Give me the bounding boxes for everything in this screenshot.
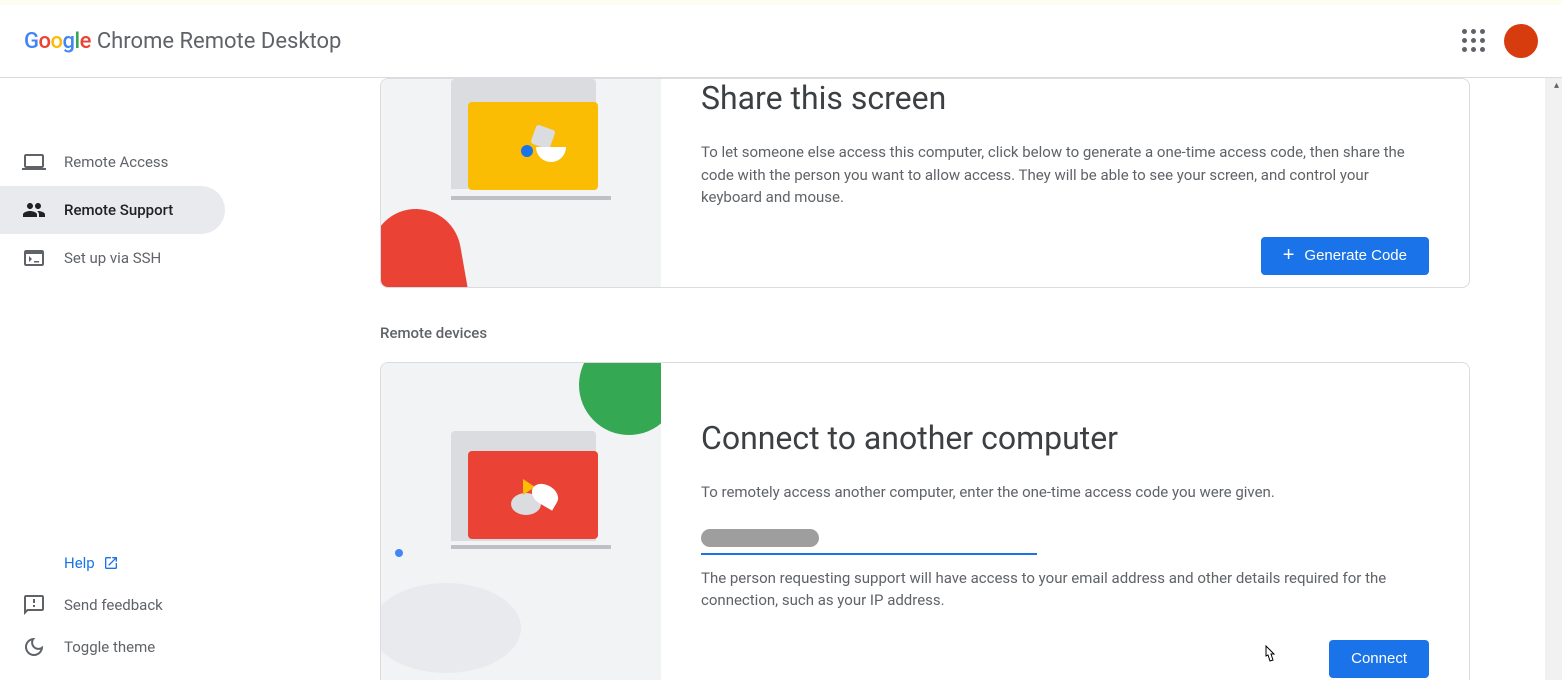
connect-note: The person requesting support will have … xyxy=(701,567,1429,612)
share-title: Share this screen xyxy=(701,79,1429,117)
sidebar-item-help[interactable]: Help xyxy=(0,542,225,584)
help-icon xyxy=(22,551,46,575)
redacted-value xyxy=(701,529,819,547)
access-code-field-wrap xyxy=(701,520,1037,555)
logo[interactable]: Google Chrome Remote Desktop xyxy=(24,29,341,54)
header-right xyxy=(1462,24,1538,58)
share-illustration xyxy=(381,79,661,287)
nav-bottom: Help Send feedback Toggle theme xyxy=(0,542,290,680)
sidebar-item-label: Help xyxy=(64,554,95,572)
connect-card: Connect to another computer To remotely … xyxy=(380,362,1470,680)
sidebar-item-remote-support[interactable]: Remote Support xyxy=(0,186,225,234)
sidebar-item-theme[interactable]: Toggle theme xyxy=(0,626,225,668)
terminal-icon xyxy=(22,246,46,270)
connect-description: To remotely access another computer, ent… xyxy=(701,481,1429,504)
moon-icon xyxy=(22,635,46,659)
connect-illustration xyxy=(381,363,661,680)
laptop-icon xyxy=(22,150,46,174)
connect-button[interactable]: Connect xyxy=(1329,640,1429,678)
sidebar-item-label: Send feedback xyxy=(64,596,163,614)
external-link-icon xyxy=(103,555,119,571)
avatar[interactable] xyxy=(1504,24,1538,58)
scrollbar-track[interactable] xyxy=(1545,78,1562,680)
nav-top: Remote Access Remote Support Set up via … xyxy=(0,138,290,282)
sidebar-item-label: Remote Support xyxy=(64,201,173,219)
sidebar-item-ssh[interactable]: Set up via SSH xyxy=(0,234,225,282)
sidebar-item-remote-access[interactable]: Remote Access xyxy=(0,138,225,186)
apps-icon[interactable] xyxy=(1462,29,1486,53)
plus-icon: + xyxy=(1283,244,1295,267)
share-description: To let someone else access this computer… xyxy=(701,141,1429,209)
button-label: Generate Code xyxy=(1304,247,1407,264)
people-icon xyxy=(22,198,46,222)
scroll-up-arrow[interactable]: ▴ xyxy=(1554,80,1559,91)
main-content: Share this screen To let someone else ac… xyxy=(290,78,1562,680)
feedback-icon xyxy=(22,593,46,617)
google-logo: Google xyxy=(24,29,91,54)
header-left: Google Chrome Remote Desktop xyxy=(24,29,341,54)
sidebar-item-label: Toggle theme xyxy=(64,638,155,656)
share-screen-card: Share this screen To let someone else ac… xyxy=(380,78,1470,288)
sidebar: Remote Access Remote Support Set up via … xyxy=(0,78,290,680)
product-name: Chrome Remote Desktop xyxy=(97,29,342,54)
header: Google Chrome Remote Desktop xyxy=(0,0,1562,78)
sidebar-item-feedback[interactable]: Send feedback xyxy=(0,584,225,626)
sidebar-item-label: Remote Access xyxy=(64,153,168,171)
connect-title: Connect to another computer xyxy=(701,419,1429,457)
remote-devices-label: Remote devices xyxy=(380,324,1470,342)
sidebar-item-label: Set up via SSH xyxy=(64,249,161,267)
generate-code-button[interactable]: + Generate Code xyxy=(1261,237,1429,275)
button-label: Connect xyxy=(1351,650,1407,667)
